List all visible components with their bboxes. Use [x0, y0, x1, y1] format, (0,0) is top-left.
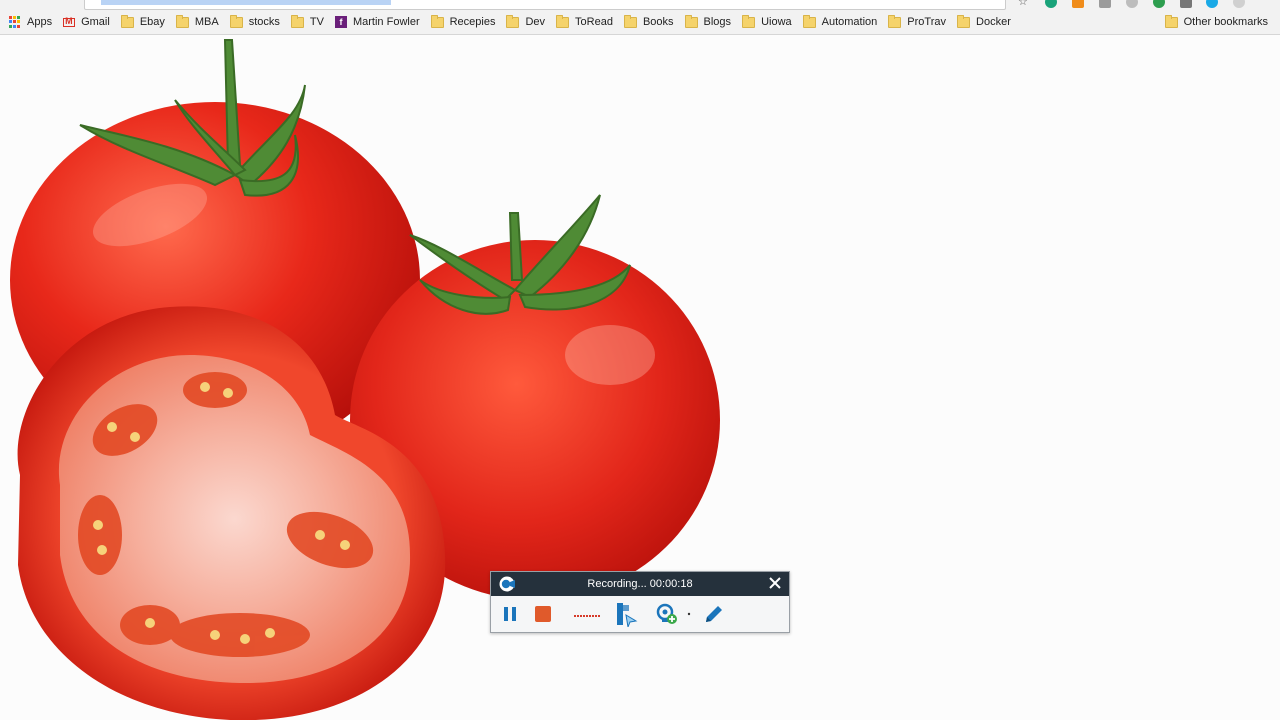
bookmark-label: stocks: [248, 16, 280, 28]
folder-icon: [290, 14, 304, 28]
extension-gray-icon[interactable]: [1126, 0, 1138, 8]
bookmark-label: Dev: [525, 16, 546, 28]
folder-icon: [742, 14, 756, 28]
cast-icon[interactable]: [1180, 0, 1192, 8]
folder-icon: [229, 14, 243, 28]
dropdown-dot-icon: [687, 612, 691, 616]
pause-button[interactable]: [499, 602, 521, 626]
bookmark-label: MBA: [194, 16, 219, 28]
stop-icon: [535, 606, 551, 622]
recording-status: Recording... 00:00:18: [587, 578, 693, 590]
fowler-icon: f: [334, 16, 347, 28]
pause-icon: [504, 607, 516, 621]
bookmark-toread[interactable]: ToRead: [551, 12, 619, 32]
folder-icon: [120, 14, 134, 28]
folder-icon: [957, 14, 971, 28]
bookmark-label: ProTrav: [907, 16, 947, 28]
folder-icon: [802, 14, 816, 28]
close-icon[interactable]: [768, 576, 782, 590]
bookmark-mba[interactable]: MBA: [171, 12, 225, 32]
bookmark-label: Automation: [821, 16, 878, 28]
recorder-camera-icon: [499, 576, 515, 592]
bookmark-automation[interactable]: Automation: [798, 12, 884, 32]
extension-green-icon[interactable]: [1153, 0, 1165, 8]
cursor-highlight-icon: [617, 603, 638, 627]
bookmark-other[interactable]: Other bookmarks: [1160, 12, 1280, 32]
gmail-icon: [63, 16, 76, 27]
stop-button[interactable]: [532, 602, 554, 626]
bookmark-martin-fowler[interactable]: f Martin Fowler: [330, 12, 426, 32]
bookmark-ebay[interactable]: Ebay: [116, 12, 171, 32]
bookmark-label: Blogs: [703, 16, 732, 28]
pen-button[interactable]: [701, 602, 727, 626]
webcam-icon: [656, 603, 677, 624]
folder-icon: [175, 14, 189, 28]
bookmark-gmail[interactable]: Gmail: [58, 12, 116, 32]
folder-icon: [888, 14, 902, 28]
rss-icon[interactable]: [1072, 0, 1084, 8]
extension-icon[interactable]: [1045, 0, 1057, 8]
bookmark-label: Gmail: [81, 16, 110, 28]
folder-icon: [1164, 14, 1178, 28]
cursor-highlight-button[interactable]: [613, 602, 639, 627]
bookmark-tv[interactable]: TV: [286, 12, 330, 32]
bookmark-books[interactable]: Books: [619, 12, 680, 32]
bookmark-blogs[interactable]: Blogs: [680, 12, 738, 32]
apps-grid-icon: [9, 16, 21, 28]
audio-level-icon: [574, 615, 600, 617]
bookmark-stocks[interactable]: stocks: [225, 12, 286, 32]
bookmark-label: Docker: [976, 16, 1011, 28]
webcam-button[interactable]: [653, 602, 681, 626]
other-bookmarks-label: Other bookmarks: [1183, 16, 1268, 28]
menu-icon[interactable]: [1260, 0, 1264, 8]
screen-recorder-widget: Recording... 00:00:18: [490, 571, 790, 633]
bookmark-label: Uiowa: [761, 16, 792, 28]
folder-icon: [684, 14, 698, 28]
url-selection: [101, 0, 391, 5]
bookmarks-bar: Apps Gmail Ebay MBA stocks TV f Martin F…: [0, 10, 1280, 35]
bookmark-star-icon[interactable]: ☆: [1018, 0, 1028, 8]
bookmark-label: ToRead: [575, 16, 613, 28]
folder-icon: [506, 14, 520, 28]
skype-icon[interactable]: [1206, 0, 1218, 8]
bookmark-docker[interactable]: Docker: [952, 12, 1017, 32]
recorder-toolbar: [491, 596, 789, 632]
bookmark-label: Recepies: [449, 16, 496, 28]
folder-icon: [430, 14, 444, 28]
pen-icon: [706, 606, 722, 622]
bookmark-label: Apps: [27, 16, 53, 28]
audio-level-button[interactable]: [573, 602, 601, 626]
bookmark-label: Ebay: [139, 16, 165, 28]
bookmark-dev[interactable]: Dev: [501, 12, 551, 32]
extension-light-icon[interactable]: [1233, 0, 1245, 8]
folder-icon: [623, 14, 637, 28]
address-bar[interactable]: [84, 0, 1006, 10]
folder-icon: [556, 14, 570, 28]
bookmark-recepies[interactable]: Recepies: [426, 12, 502, 32]
bookmark-apps[interactable]: Apps: [0, 12, 58, 32]
bookmark-label: Books: [642, 16, 674, 28]
webcam-options-dropdown[interactable]: [685, 602, 693, 626]
bookmark-uiowa[interactable]: Uiowa: [737, 12, 798, 32]
recorder-header: Recording... 00:00:18: [491, 572, 789, 596]
camera-extension-icon[interactable]: [1099, 0, 1111, 8]
bookmark-protrav[interactable]: ProTrav: [883, 12, 952, 32]
browser-toolbar: ☆: [0, 0, 1280, 10]
bookmark-label: Martin Fowler: [352, 16, 420, 28]
bookmark-label: TV: [309, 16, 324, 28]
